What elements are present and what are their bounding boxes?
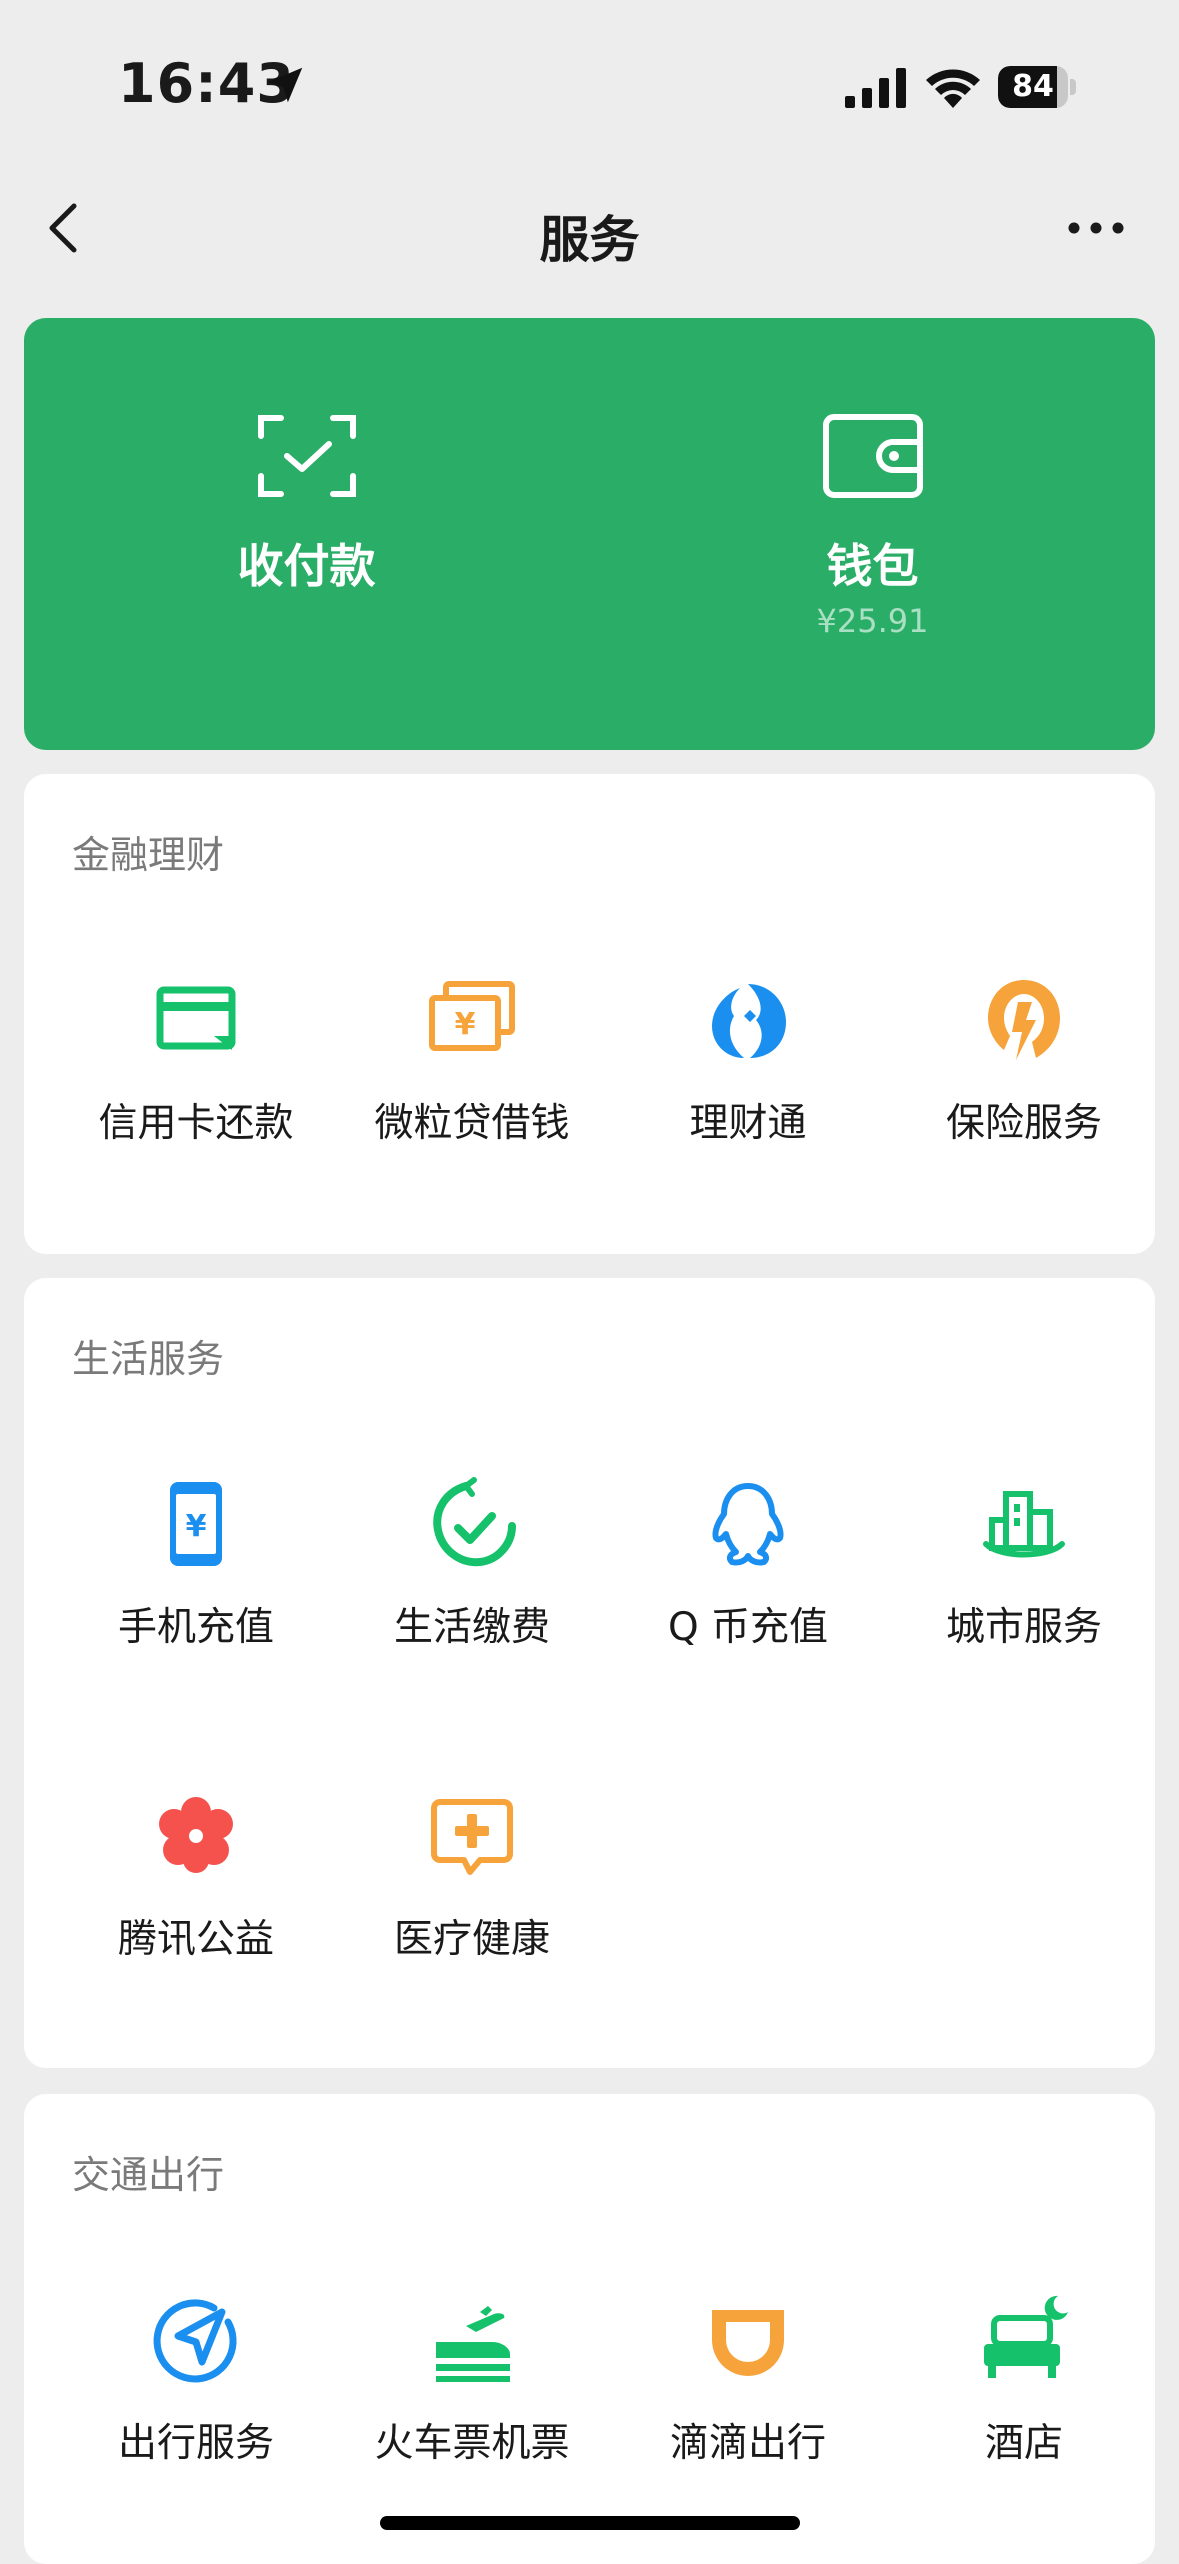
svg-text:¥: ¥	[455, 1007, 476, 1042]
service-insurance[interactable]: 保险服务	[886, 972, 1162, 1212]
wifi-icon	[926, 69, 980, 108]
wallet-label: 钱包	[826, 539, 919, 593]
bill-pay-icon	[433, 1477, 516, 1567]
service-label: 医疗健康	[393, 1917, 550, 1962]
wallet-button[interactable]: 钱包 ¥25.91	[590, 318, 1155, 750]
service-label: 生活缴费	[393, 1605, 550, 1650]
nav-bar: 服务	[0, 170, 1179, 285]
section-title-transport: 交通出行	[72, 2153, 225, 2197]
wallet-icon	[822, 414, 923, 498]
service-credit-card[interactable]: 信用卡还款	[58, 972, 334, 1212]
charity-icon	[159, 1797, 233, 1873]
scan-pay-icon	[257, 415, 356, 497]
service-didi[interactable]: 滴滴出行	[610, 2292, 886, 2532]
svg-text:¥: ¥	[186, 1509, 207, 1544]
cellular-signal-icon	[845, 68, 906, 108]
receive-pay-label: 收付款	[237, 539, 376, 593]
home-indicator	[380, 2516, 800, 2530]
insurance-icon	[988, 980, 1060, 1060]
qq-coin-icon	[712, 1483, 784, 1566]
service-label: 保险服务	[945, 1101, 1102, 1146]
wealth-icon	[712, 984, 786, 1058]
pay-card: 收付款 钱包 ¥25.91	[24, 318, 1155, 750]
service-label: 滴滴出行	[669, 2421, 826, 2466]
service-wealth[interactable]: 理财通	[610, 972, 886, 1212]
service-bill-pay[interactable]: 生活缴费	[334, 1476, 610, 1716]
phone-topup-icon: ¥	[170, 1482, 222, 1566]
service-loan[interactable]: ¥ 微粒贷借钱	[334, 972, 610, 1212]
travel-icon	[153, 2299, 237, 2383]
service-train-plane[interactable]: 火车票机票	[334, 2292, 610, 2532]
status-bar: 16:43 84	[0, 0, 1179, 170]
receive-pay-button[interactable]: 收付款	[24, 318, 589, 750]
credit-card-icon	[156, 986, 236, 1050]
service-label: 理财通	[689, 1101, 807, 1146]
section-title-finance: 金融理财	[72, 833, 225, 877]
more-options-icon[interactable]	[1066, 216, 1126, 240]
page-title: 服务	[539, 211, 640, 269]
medical-icon	[431, 1799, 513, 1875]
service-label: 城市服务	[945, 1605, 1102, 1650]
service-charity[interactable]: 腾讯公益	[58, 1788, 334, 2028]
service-travel[interactable]: 出行服务	[58, 2292, 334, 2532]
battery-indicator: 84	[998, 66, 1076, 108]
service-label: 酒店	[984, 2421, 1063, 2466]
wallet-balance: ¥25.91	[816, 602, 929, 640]
service-qq-coin[interactable]: Q 币充值	[610, 1476, 886, 1716]
service-city[interactable]: 城市服务	[886, 1476, 1162, 1716]
section-title-life: 生活服务	[72, 1337, 225, 1381]
loan-icon: ¥	[429, 981, 515, 1051]
service-medical[interactable]: 医疗健康	[334, 1788, 610, 2028]
hotel-icon	[984, 2295, 1068, 2378]
service-label: 信用卡还款	[98, 1101, 294, 1146]
section-transport: 交通出行 出行服务 火车票机票 滴滴出行 酒店	[24, 2094, 1155, 2564]
didi-icon	[712, 2310, 784, 2376]
service-label: 腾讯公益	[117, 1917, 274, 1962]
service-label: 出行服务	[117, 2421, 274, 2466]
section-life: 生活服务 ¥ 手机充值 生活缴费 Q 币充值 城市服务 腾讯公益 医疗健康	[24, 1278, 1155, 2068]
service-label: 火车票机票	[374, 2421, 570, 2466]
location-arrow-icon	[267, 67, 303, 103]
service-label: 手机充值	[117, 1605, 274, 1650]
section-finance: 金融理财 信用卡还款 ¥ 微粒贷借钱 理财通 保险服务	[24, 774, 1155, 1254]
service-hotel[interactable]: 酒店	[886, 2292, 1162, 2532]
train-plane-icon	[436, 2306, 510, 2382]
city-service-icon	[983, 1491, 1065, 1558]
service-phone-topup[interactable]: ¥ 手机充值	[58, 1476, 334, 1716]
battery-percent: 84	[1012, 69, 1054, 104]
service-label: Q 币充值	[667, 1605, 829, 1650]
service-label: 微粒贷借钱	[374, 1101, 570, 1146]
